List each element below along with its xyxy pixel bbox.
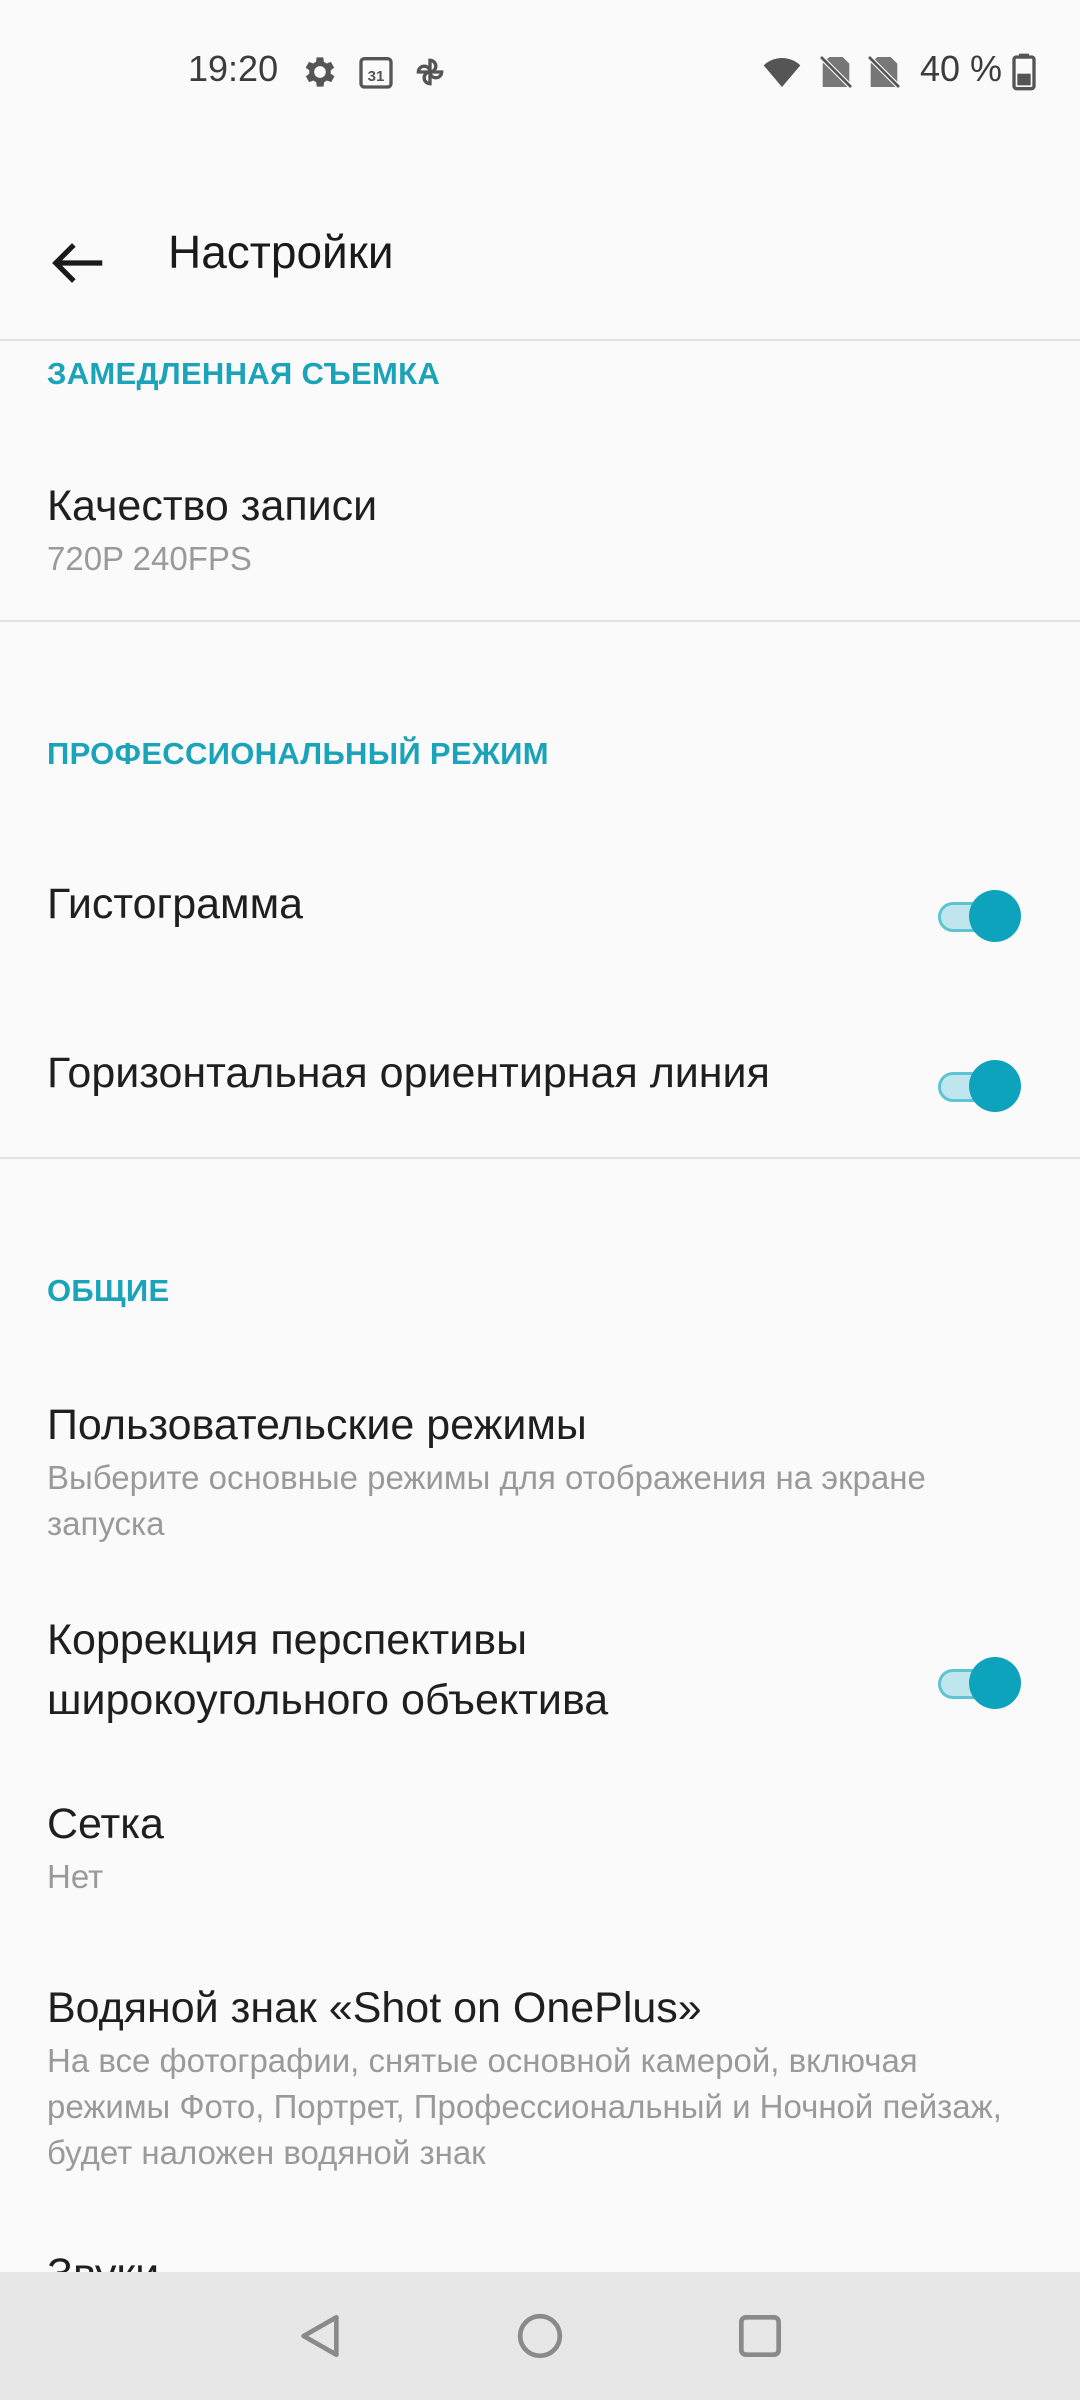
setting-subtitle: На все фотографии, снятые основной камер… xyxy=(47,2042,1002,2171)
section-header-general: ОБЩИЕ xyxy=(47,1273,170,1308)
setting-value: 720P 240FPS xyxy=(47,540,252,577)
setting-subtitle: Выберите основные режимы для отображения… xyxy=(47,1459,926,1542)
setting-title: Водяной знак «Shot on OnePlus» xyxy=(47,1984,702,2032)
battery-percent: 40 % xyxy=(920,48,1003,89)
svg-text:31: 31 xyxy=(368,68,385,85)
setting-title: Пользовательские режимы xyxy=(47,1401,587,1449)
setting-title-line2: широкоугольного объектива xyxy=(47,1676,609,1724)
section-divider xyxy=(0,620,1080,622)
section-header-pro-mode: ПРОФЕССИОНАЛЬНЫЙ РЕЖИМ xyxy=(47,736,549,771)
battery-icon xyxy=(1012,53,1036,91)
setting-title: Сетка xyxy=(47,1800,164,1848)
horizon-line-toggle[interactable] xyxy=(934,1056,1024,1116)
status-bar: 19:20 31 40 % xyxy=(0,0,1080,140)
app-bar: Настройки xyxy=(0,190,1080,340)
section-header-slow-motion: ЗАМЕДЛЕННАЯ СЪЕМКА xyxy=(47,356,441,391)
toggle-thumb xyxy=(969,890,1021,942)
setting-title-line1: Коррекция перспективы xyxy=(47,1616,527,1664)
pinwheel-icon xyxy=(416,58,444,86)
nav-recents-icon[interactable] xyxy=(732,2308,788,2364)
calendar-icon: 31 xyxy=(359,57,393,89)
nav-back-icon[interactable] xyxy=(292,2308,348,2364)
section-divider xyxy=(0,1157,1080,1159)
app-bar-divider xyxy=(0,339,1080,341)
navigation-bar xyxy=(0,2272,1080,2400)
gear-icon xyxy=(305,57,335,87)
back-arrow-icon[interactable] xyxy=(48,232,110,294)
wifi-icon xyxy=(763,58,801,87)
setting-title: Качество записи xyxy=(47,482,378,530)
setting-title: Горизонтальная ориентирная линия xyxy=(47,1049,770,1097)
setting-title: Гистограмма xyxy=(47,880,304,928)
no-sim-icon xyxy=(819,55,853,89)
toggle-thumb xyxy=(969,1060,1021,1112)
perspective-correction-toggle[interactable] xyxy=(934,1653,1024,1713)
setting-value: Нет xyxy=(47,1858,104,1895)
histogram-toggle[interactable] xyxy=(934,886,1024,946)
no-sim-icon-2 xyxy=(867,55,901,89)
page-title: Настройки xyxy=(168,226,394,278)
status-time: 19:20 xyxy=(188,48,279,89)
toggle-thumb xyxy=(969,1657,1021,1709)
nav-home-icon[interactable] xyxy=(512,2308,568,2364)
